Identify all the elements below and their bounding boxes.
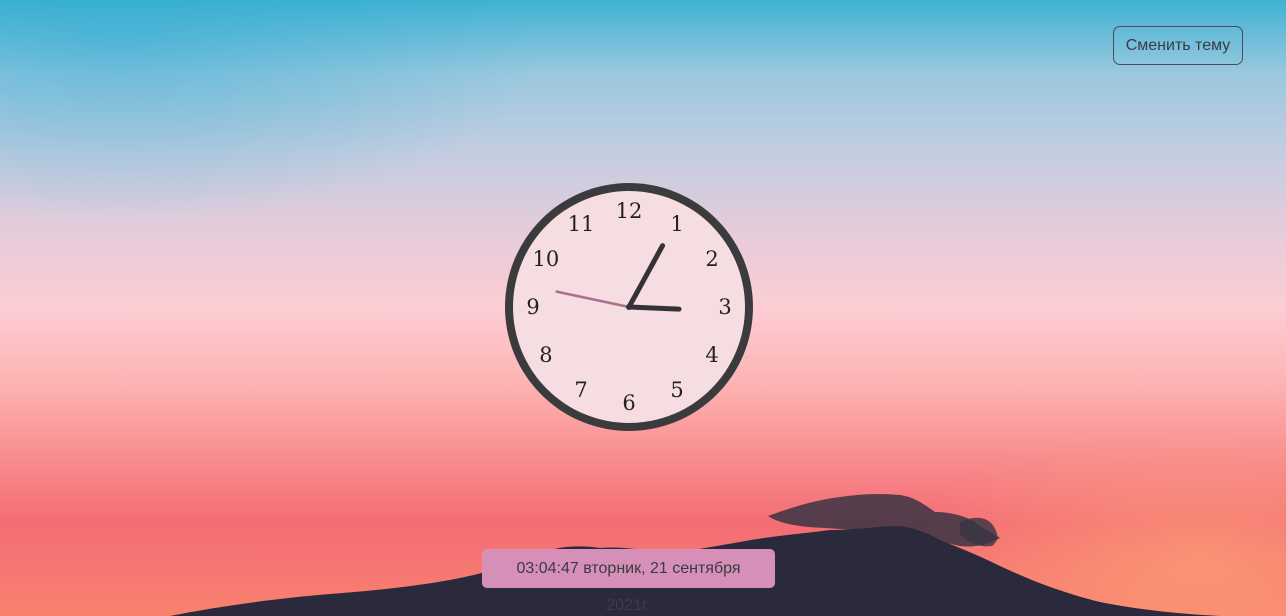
clock-number-12: 12 (616, 199, 643, 223)
clock-number-10: 10 (533, 247, 560, 271)
analog-clock: 12 1 2 3 4 5 6 7 8 9 10 11 (501, 179, 757, 435)
clock-number-7: 7 (574, 378, 587, 402)
clock-number-9: 9 (526, 295, 539, 319)
clock-number-4: 4 (705, 343, 718, 367)
clock-number-11: 11 (568, 212, 595, 236)
clock-number-2: 2 (705, 247, 718, 271)
minute-hand (626, 304, 682, 312)
clock-number-1: 1 (670, 212, 683, 236)
clock-number-3: 3 (718, 295, 731, 319)
cloud-shape (768, 493, 1000, 547)
clock-center (626, 304, 632, 310)
clock-number-6: 6 (622, 391, 635, 415)
cloud-shape (960, 517, 998, 547)
clock-number-5: 5 (670, 378, 683, 402)
change-theme-button[interactable]: Сменить тему (1113, 26, 1243, 65)
year-label: 2021г (606, 597, 648, 614)
clock-number-8: 8 (539, 343, 552, 367)
datetime-display: 03:04:47 вторник, 21 сентября (482, 549, 775, 588)
clock-face: 121234567891011 (505, 183, 753, 431)
